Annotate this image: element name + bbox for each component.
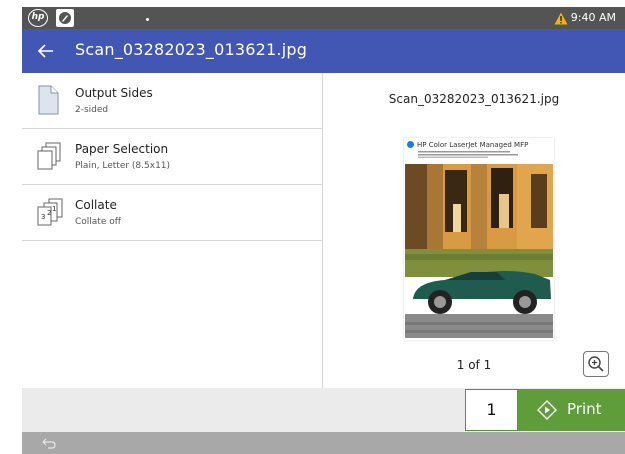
app-icon: [56, 9, 74, 27]
zoom-in-icon: [588, 356, 604, 372]
svg-text:1: 1: [52, 205, 56, 213]
hp-logo-icon: hp: [28, 9, 48, 27]
page-thumbnail[interactable]: HP Color LaserJet Managed MFP: [404, 138, 554, 340]
document-icon: [38, 85, 59, 115]
print-button[interactable]: Print: [518, 389, 625, 431]
preview-panel: Scan_03282023_013621.jpg HP Color LaserJ…: [323, 73, 625, 388]
setting-value: Plain, Letter (8.5x11): [75, 161, 171, 171]
thumbnail-fine-print: [418, 151, 518, 158]
page-indicator: 1 of 1: [456, 358, 492, 372]
print-start-icon: [537, 400, 557, 420]
setting-label: Collate: [75, 198, 117, 212]
print-label: Print: [567, 400, 602, 418]
svg-text:3: 3: [41, 213, 45, 221]
paper-stack-icon: [37, 142, 61, 170]
setting-value: 2-sided: [75, 105, 109, 115]
copies-input[interactable]: 1: [465, 389, 518, 431]
clock: 9:40 AM: [570, 11, 616, 24]
action-bar: 1 Print: [22, 388, 625, 432]
setting-paper-selection[interactable]: Paper Selection Plain, Letter (8.5x11): [22, 129, 322, 185]
thumbnail-header-text: HP Color LaserJet Managed MFP: [417, 141, 529, 149]
svg-text:2: 2: [47, 209, 51, 217]
return-icon[interactable]: [42, 437, 56, 449]
settings-panel: Output Sides 2-sided Paper Selection Pla…: [22, 73, 323, 388]
preview-filename: Scan_03282023_013621.jpg: [388, 92, 560, 106]
scanned-photo: [405, 164, 553, 338]
status-bar: hp 9:40 AM: [22, 7, 625, 29]
setting-label: Output Sides: [75, 86, 153, 100]
thumbnail-header: HP Color LaserJet Managed MFP: [407, 141, 528, 149]
zoom-in-button[interactable]: [583, 351, 609, 377]
setting-value: Collate off: [75, 217, 121, 227]
setting-output-sides[interactable]: Output Sides 2-sided: [22, 73, 322, 129]
back-arrow-icon[interactable]: [36, 41, 56, 61]
warning-icon[interactable]: [554, 10, 568, 29]
setting-collate[interactable]: 3 2 1 Collate Collate off: [22, 185, 322, 241]
status-dot: [146, 18, 149, 21]
app-bar: Scan_03282023_013621.jpg: [22, 29, 625, 73]
hp-logo-icon: [407, 141, 414, 148]
collate-icon: 3 2 1: [37, 198, 63, 226]
page-title: Scan_03282023_013621.jpg: [75, 40, 308, 59]
setting-label: Paper Selection: [75, 142, 169, 156]
system-nav-bar: [22, 432, 625, 454]
